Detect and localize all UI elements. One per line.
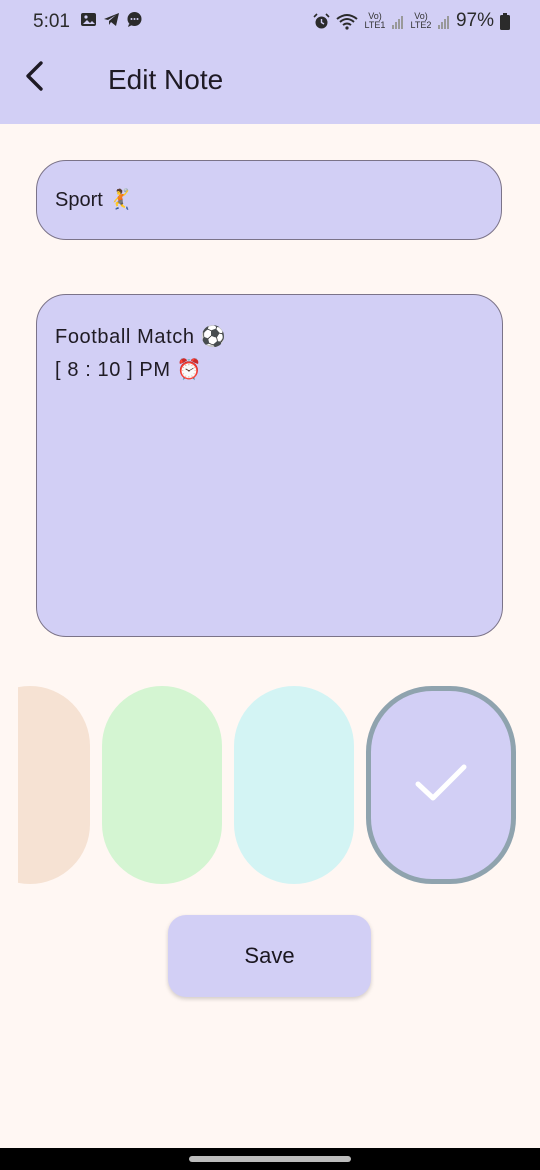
battery-icon bbox=[500, 12, 510, 30]
color-picker bbox=[0, 686, 540, 886]
back-button[interactable] bbox=[14, 58, 54, 98]
chat-icon bbox=[126, 11, 143, 28]
alarm-icon bbox=[313, 12, 330, 30]
status-left-icons bbox=[80, 11, 143, 28]
color-swatch-lavender[interactable] bbox=[366, 686, 516, 884]
back-arrow-icon bbox=[23, 60, 45, 97]
page-title: Edit Note bbox=[108, 64, 224, 95]
wifi-icon bbox=[336, 13, 358, 30]
status-right-icons: Vo) LTE1 Vo) LTE2 97% bbox=[313, 10, 510, 32]
lte2-label: Vo) LTE2 bbox=[410, 11, 432, 30]
note-body-line: Football Match ⚽ bbox=[55, 326, 227, 348]
system-nav-bar bbox=[0, 1148, 540, 1170]
note-title-value: Sport 🤾 bbox=[55, 189, 134, 211]
note-body-input[interactable]: Football Match ⚽ [ 8 : 10 ] PM ⏰ bbox=[36, 294, 503, 637]
signal-icon bbox=[437, 13, 450, 30]
note-body-line: [ 8 : 10 ] PM ⏰ bbox=[55, 359, 203, 381]
home-handle[interactable] bbox=[189, 1156, 351, 1162]
check-icon bbox=[414, 762, 468, 809]
status-time: 5:01 bbox=[33, 11, 70, 32]
signal-icon bbox=[391, 13, 404, 30]
telegram-icon bbox=[103, 11, 120, 28]
color-swatch-green[interactable] bbox=[102, 686, 222, 884]
lte1-label: Vo) LTE1 bbox=[364, 11, 386, 30]
note-title-input[interactable]: Sport 🤾 bbox=[36, 160, 502, 240]
status-bar: 5:01 Vo) LTE1 Vo) LTE2 97% bbox=[0, 0, 540, 44]
app-bar: Edit Note bbox=[0, 44, 540, 124]
battery-level: 97% bbox=[455, 10, 494, 31]
color-swatch-cyan[interactable] bbox=[234, 686, 354, 884]
save-button[interactable]: Save bbox=[168, 915, 371, 997]
swatch-clip bbox=[0, 686, 18, 886]
image-icon bbox=[80, 11, 97, 28]
top-header: 5:01 Vo) LTE1 Vo) LTE2 97% Edit Note bbox=[0, 0, 540, 124]
